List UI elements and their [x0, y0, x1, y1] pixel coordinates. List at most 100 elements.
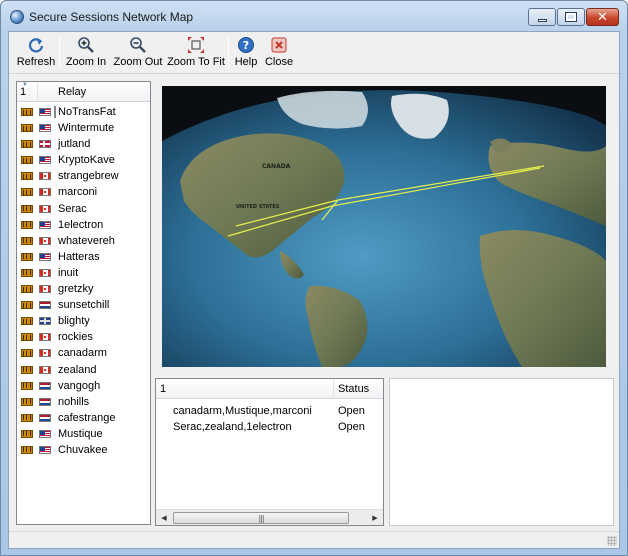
help-button[interactable]: ? Help — [233, 34, 259, 70]
relay-row[interactable]: gretzky — [17, 281, 150, 297]
relay-node-icon — [21, 349, 33, 358]
status-column-header[interactable]: Status — [338, 383, 369, 395]
flag-us-icon — [39, 220, 51, 229]
flag-us-icon — [39, 429, 51, 438]
help-label: Help — [234, 56, 258, 68]
flag-ca-icon — [39, 349, 51, 358]
relay-node-icon — [21, 108, 33, 116]
relay-row[interactable]: NoTransFat — [17, 104, 150, 120]
main-window: Secure Sessions Network Map ✕ Refresh Zo… — [0, 0, 628, 556]
relay-row[interactable]: 1electron — [17, 217, 150, 233]
relay-name: whatevereh — [58, 234, 115, 247]
scroll-right-arrow-icon[interactable]: ▶ — [367, 510, 383, 526]
flag-ca-icon — [39, 285, 51, 294]
relay-node-icon — [21, 397, 33, 406]
zoom-out-label: Zoom Out — [113, 56, 163, 68]
sessions-table-header: 1 Status — [156, 379, 383, 399]
relay-row[interactable]: whatevereh — [17, 233, 150, 249]
relay-row[interactable]: zealand — [17, 362, 150, 378]
column-divider[interactable] — [37, 82, 38, 102]
relay-count-header[interactable]: 1 — [20, 86, 26, 98]
refresh-label: Refresh — [16, 56, 56, 68]
refresh-button[interactable]: Refresh — [13, 34, 59, 70]
relay-row[interactable]: strangebrew — [17, 168, 150, 184]
relay-row[interactable]: inuit — [17, 265, 150, 281]
relay-row[interactable]: canadarm — [17, 345, 150, 361]
flag-us-icon — [39, 252, 51, 261]
session-row[interactable]: canadarm,Mustique,marconi Open — [156, 403, 383, 419]
relay-row[interactable]: vangogh — [17, 378, 150, 394]
relay-row[interactable]: Hatteras — [17, 249, 150, 265]
scroll-left-arrow-icon[interactable]: ◀ — [156, 510, 172, 526]
refresh-icon — [27, 36, 45, 54]
relay-node-icon — [21, 124, 33, 133]
close-window-icon: ✕ — [597, 9, 608, 25]
toolbar-separator — [59, 36, 60, 68]
session-count-header[interactable]: 1 — [160, 383, 166, 395]
column-divider[interactable] — [333, 379, 334, 399]
flag-us-icon — [39, 108, 51, 116]
window-close-button[interactable]: ✕ — [586, 8, 619, 26]
relay-row[interactable]: blighty — [17, 313, 150, 329]
zoom-out-button[interactable]: Zoom Out — [113, 34, 163, 70]
status-bar — [9, 531, 619, 548]
relay-node-icon — [21, 268, 33, 277]
relay-row[interactable]: sunsetchill — [17, 297, 150, 313]
relay-name: blighty — [58, 315, 90, 328]
relay-row[interactable]: Mustique — [17, 426, 150, 442]
relay-row[interactable]: nohills — [17, 394, 150, 410]
relay-node-icon — [21, 301, 33, 310]
relay-name: Wintermute — [58, 122, 115, 135]
resize-grip-icon[interactable] — [607, 536, 617, 546]
window-title: Secure Sessions Network Map — [29, 10, 194, 24]
globe-app-icon — [10, 10, 24, 24]
relay-name: 1electron — [58, 218, 104, 231]
relay-row[interactable]: rockies — [17, 329, 150, 345]
relay-row[interactable]: Wintermute — [17, 120, 150, 136]
session-row[interactable]: Serac,zealand,1electron Open — [156, 419, 383, 435]
toolbar-separator — [228, 36, 229, 68]
flag-gb-icon — [39, 317, 51, 326]
help-question-icon: ? — [237, 36, 255, 54]
relay-name: cafestrange — [58, 411, 116, 424]
scrollbar-thumb[interactable]: ||| — [173, 512, 349, 524]
relay-name: NoTransFat — [58, 106, 116, 118]
relay-row[interactable]: KryptoKave — [17, 152, 150, 168]
close-button[interactable]: Close — [264, 34, 294, 70]
zoom-to-fit-button[interactable]: Zoom To Fit — [167, 34, 225, 70]
map-label-canada: CANADA — [262, 163, 291, 170]
relay-row[interactable]: marconi — [17, 184, 150, 200]
relay-row[interactable]: jutland — [17, 136, 150, 152]
relay-column-header[interactable]: Relay — [58, 86, 86, 98]
session-route: canadarm,Mustique,marconi — [173, 405, 312, 417]
horizontal-scrollbar[interactable]: ◀ ||| ▶ — [156, 509, 383, 525]
relay-node-icon — [21, 172, 33, 181]
scroll-grip: ||| — [258, 513, 264, 523]
relay-list-panel[interactable]: ▼ 1 Relay NoTransFat Wintermute jutland Kry… — [16, 81, 151, 525]
network-map[interactable]: CANADA UNITED STATES — [162, 86, 606, 367]
flag-ca-icon — [39, 188, 51, 197]
flag-ca-icon — [39, 172, 51, 181]
relay-name: nohills — [58, 395, 90, 408]
relay-node-icon — [21, 140, 33, 149]
minimize-button[interactable] — [528, 8, 556, 26]
zoom-in-button[interactable]: Zoom In — [63, 34, 109, 70]
relay-name: jutland — [58, 138, 91, 151]
relay-row[interactable]: Serac — [17, 201, 150, 217]
map-label-united-states: UNITED STATES — [236, 204, 280, 210]
relay-row[interactable]: cafestrange — [17, 410, 150, 426]
title-bar[interactable]: Secure Sessions Network Map ✕ — [1, 1, 627, 31]
maximize-button[interactable] — [557, 8, 585, 26]
relay-name: zealand — [58, 363, 97, 376]
sessions-table-panel[interactable]: 1 Status canadarm,Mustique,marconi Open … — [155, 378, 384, 526]
client-area: Refresh Zoom In Zoom Out Zoom To Fit ? H… — [8, 31, 620, 549]
flag-us-icon — [39, 156, 51, 165]
relay-name: Chuvakee — [58, 443, 108, 456]
flag-ca-icon — [39, 236, 51, 245]
relay-name: Mustique — [58, 427, 103, 440]
relay-row[interactable]: Chuvakee — [17, 442, 150, 458]
relay-node-icon — [21, 252, 33, 261]
relay-name: sunsetchill — [58, 299, 110, 312]
relay-list: NoTransFat Wintermute jutland KryptoKave str… — [17, 104, 150, 458]
selection-cursor — [54, 106, 56, 118]
